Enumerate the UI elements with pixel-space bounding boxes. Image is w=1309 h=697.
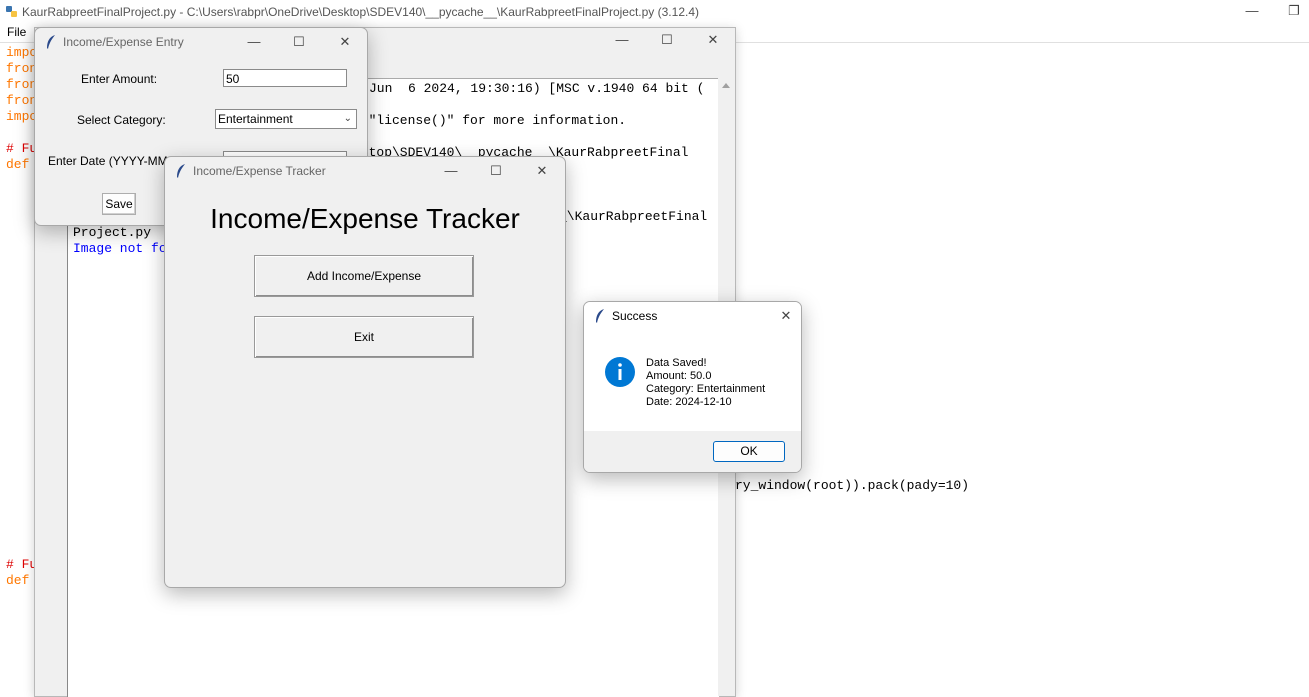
tracker-heading: Income/Expense Tracker <box>210 203 520 234</box>
menu-file[interactable]: File <box>7 25 26 39</box>
code-line: fron <box>6 77 38 92</box>
shell-line: _\KaurRabpreetFinal <box>559 209 708 224</box>
scroll-up-icon[interactable] <box>718 78 734 92</box>
entry-titlebar: Income/Expense Entry — ☐ ✕ <box>35 28 367 56</box>
python-file-icon <box>6 6 17 17</box>
category-select[interactable]: Entertainment ⌄ <box>215 109 357 129</box>
shell-line: Jun 6 2024, 19:30:16) [MSC v.1940 64 bit… <box>369 81 705 96</box>
tracker-minimize-button[interactable]: — <box>436 162 466 180</box>
editor-titlebar: KaurRabpreetFinalProject.py - C:\Users\r… <box>0 0 1309 24</box>
feather-icon <box>596 309 604 323</box>
message-line: Category: Entertainment <box>646 383 766 395</box>
success-titlebar: Success ✕ <box>584 302 801 330</box>
editor-restore-button[interactable]: ❐ <box>1279 2 1309 20</box>
code-line: impo <box>6 109 38 124</box>
shell-line: r "license()" for more information. <box>353 113 627 128</box>
message-line: Date: 2024-12-10 <box>646 396 732 408</box>
success-dialog-title: Success <box>612 309 658 323</box>
tracker-window-title: Income/Expense Tracker <box>193 164 326 178</box>
tracker-window: Income/Expense Tracker — ☐ ✕ Income/Expe… <box>164 156 566 588</box>
entry-close-button[interactable]: ✕ <box>330 33 360 51</box>
info-icon <box>605 357 635 387</box>
feather-icon <box>177 164 185 178</box>
tracker-titlebar: Income/Expense Tracker — ☐ ✕ <box>165 157 565 185</box>
shell-line: Project.py <box>73 225 152 240</box>
code-line: # Fu <box>6 141 38 156</box>
success-footer: OK <box>584 431 801 472</box>
exit-button[interactable]: Exit <box>254 316 474 358</box>
entry-minimize-button[interactable]: — <box>239 33 269 51</box>
shell-minimize-button[interactable]: — <box>607 31 637 49</box>
code-line: ry_window(root)).pack(pady=10) <box>735 478 970 493</box>
shell-line: Image not fo <box>73 241 167 256</box>
tracker-close-button[interactable]: ✕ <box>527 162 557 180</box>
amount-label: Enter Amount: <box>81 72 158 86</box>
save-button[interactable]: Save <box>102 193 136 215</box>
add-income-expense-button[interactable]: Add Income/Expense <box>254 255 474 297</box>
amount-input[interactable]: 50 <box>223 69 347 87</box>
shell-maximize-button[interactable]: ☐ <box>652 31 682 49</box>
message-line: Amount: 50.0 <box>646 370 712 382</box>
success-message-area: Data Saved! Amount: 50.0 Category: Enter… <box>584 330 801 431</box>
chevron-down-icon[interactable]: ⌄ <box>344 110 352 128</box>
feather-icon <box>47 35 55 49</box>
tracker-maximize-button[interactable]: ☐ <box>481 162 511 180</box>
entry-maximize-button[interactable]: ☐ <box>284 33 314 51</box>
editor-minimize-button[interactable]: — <box>1237 2 1267 20</box>
shell-close-button[interactable]: ✕ <box>698 31 728 49</box>
code-line: impo <box>6 45 38 60</box>
ok-button[interactable]: OK <box>713 441 785 462</box>
success-close-button[interactable]: ✕ <box>771 307 801 325</box>
code-line: fron <box>6 93 38 108</box>
success-dialog: Success ✕ Data Saved! Amount: 50.0 Categ… <box>583 301 802 473</box>
code-line: def <box>6 573 30 588</box>
code-line: fron <box>6 61 38 76</box>
code-line: # Fu <box>6 557 38 572</box>
category-label: Select Category: <box>77 113 166 127</box>
code-line: def <box>6 157 30 172</box>
entry-window-title: Income/Expense Entry <box>63 35 184 49</box>
category-select-value: Entertainment <box>218 112 293 126</box>
message-line: Data Saved! <box>646 357 707 369</box>
editor-window-title: KaurRabpreetFinalProject.py - C:\Users\r… <box>22 5 699 19</box>
